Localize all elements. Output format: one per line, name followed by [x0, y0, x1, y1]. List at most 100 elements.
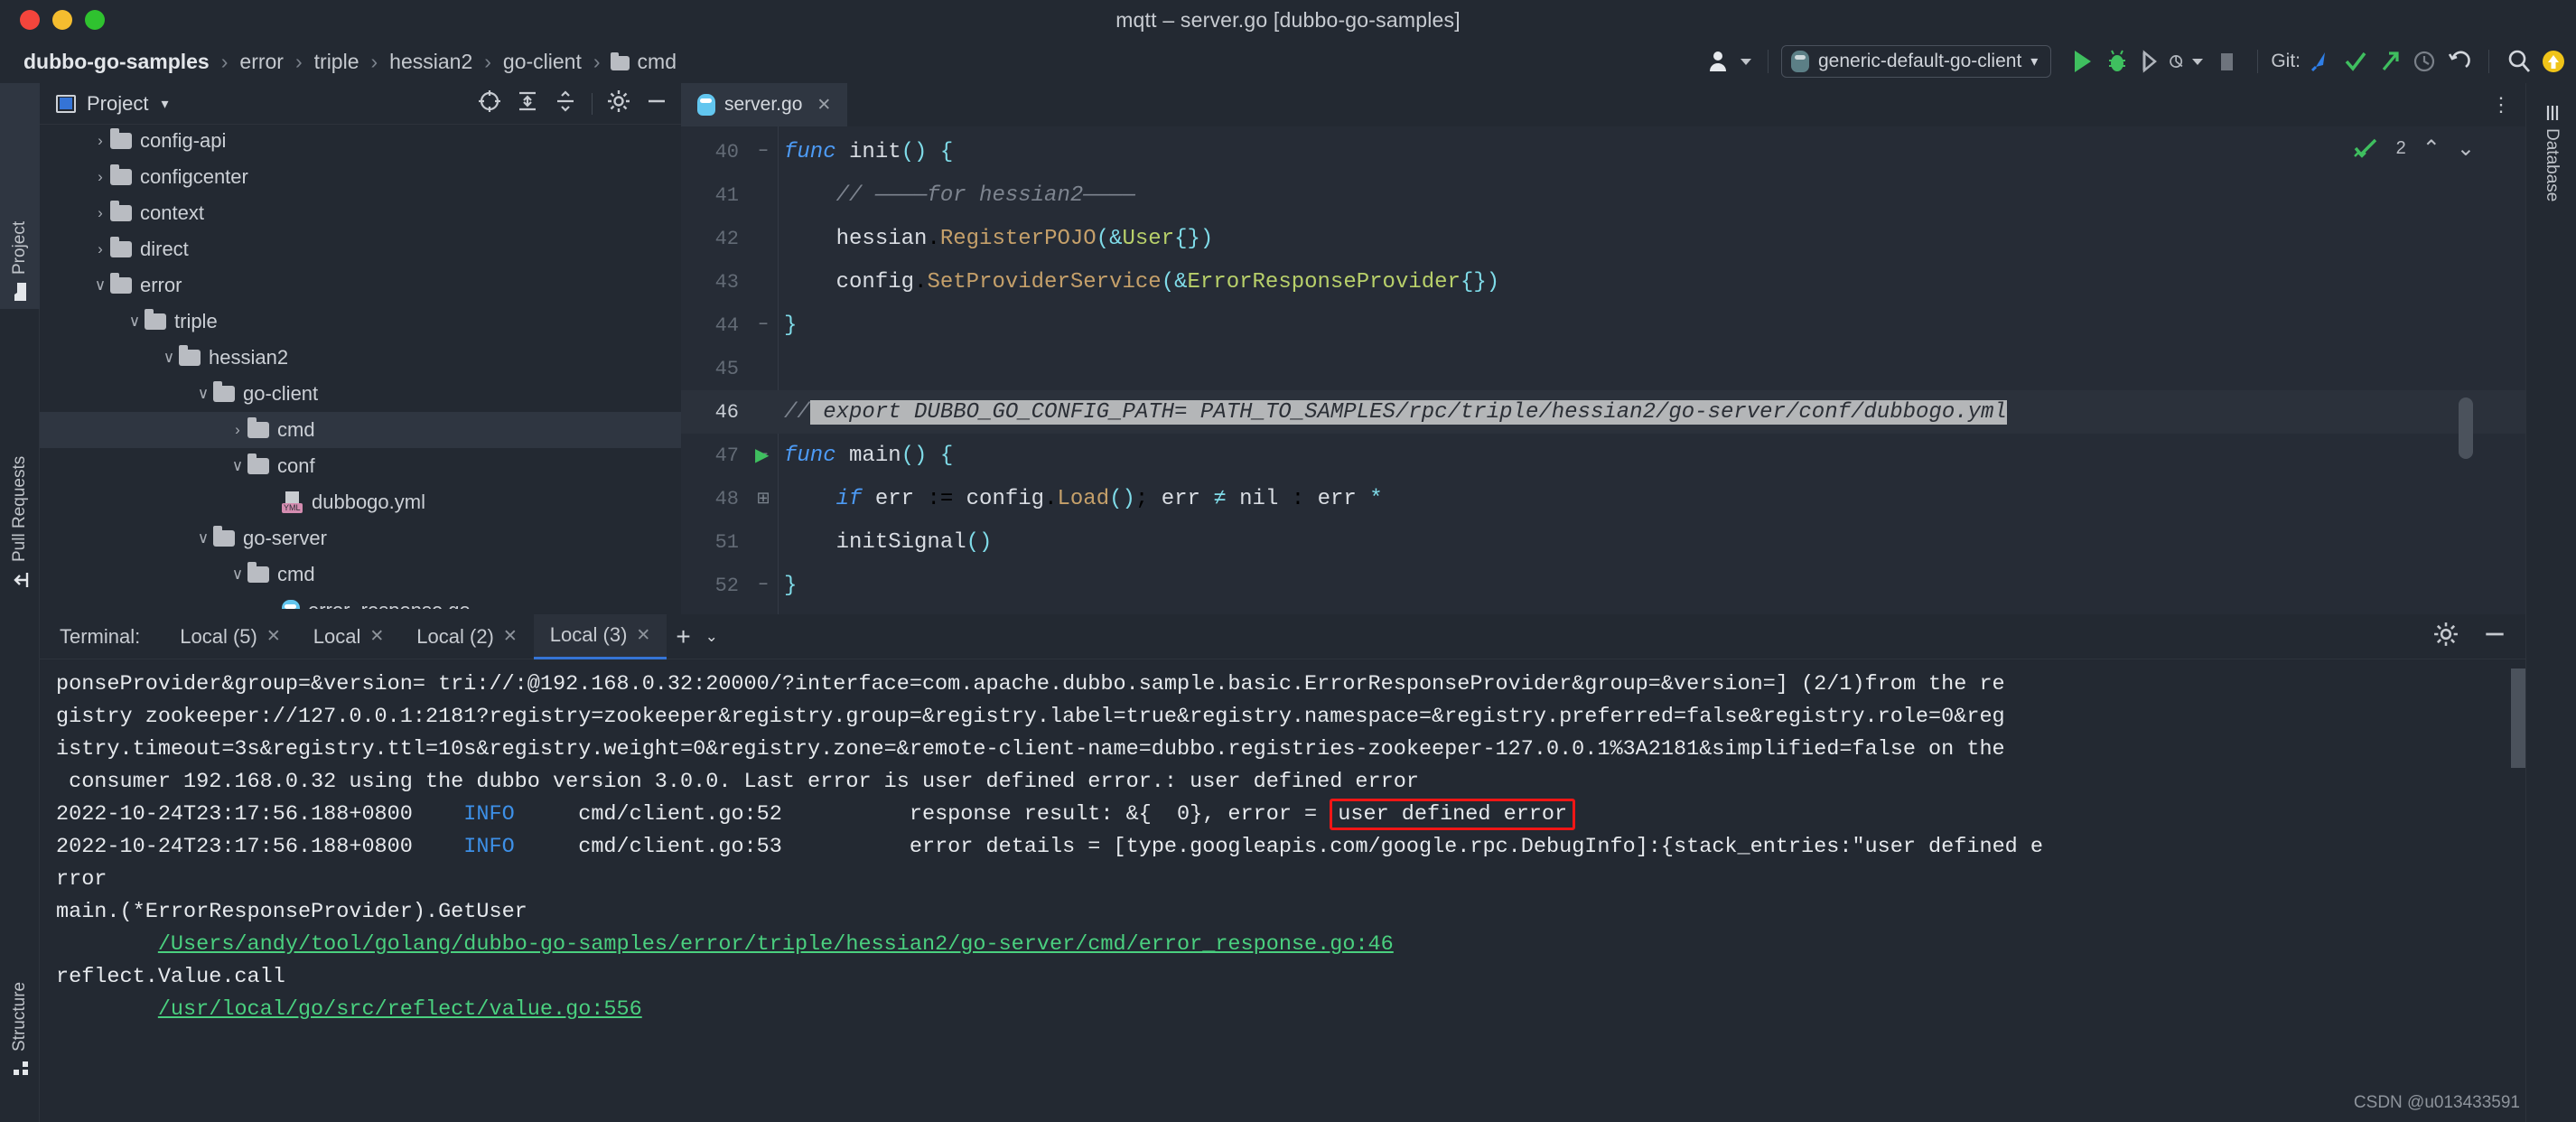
sidebar-item-project[interactable]: Project: [0, 83, 40, 309]
run-button[interactable]: [2066, 44, 2100, 79]
tree-node[interactable]: error_response.go: [40, 593, 681, 609]
terminal-output[interactable]: ponseProvider&group=&version= tri://:@19…: [40, 659, 2525, 1120]
terminal-tabs-dropdown-icon[interactable]: ⌄: [705, 628, 718, 646]
breadcrumb-item-go-client[interactable]: go-client: [501, 50, 583, 74]
profile-button[interactable]: [2169, 44, 2203, 79]
close-icon[interactable]: ✕: [636, 625, 650, 646]
chevron-right-icon[interactable]: ›: [90, 240, 110, 258]
editor-options-kebab-icon[interactable]: ⋮: [2491, 101, 2511, 108]
stop-button[interactable]: [2210, 44, 2245, 79]
code-line[interactable]: 52−}: [681, 564, 2525, 607]
tree-node[interactable]: ›config-api: [40, 123, 681, 159]
code-line[interactable]: 41 // ————for hessian2————: [681, 173, 2525, 217]
tree-node[interactable]: ›context: [40, 195, 681, 231]
log-source: cmd/client.go:52: [515, 802, 910, 827]
editor-scrollbar-thumb[interactable]: [2459, 397, 2473, 459]
code-line[interactable]: 47▶−func main() {: [681, 434, 2525, 477]
chevron-right-icon[interactable]: ›: [228, 421, 247, 439]
prev-problem-icon[interactable]: ⌃: [2422, 136, 2441, 162]
run-with-coverage-button[interactable]: [2134, 44, 2169, 79]
chevron-down-icon[interactable]: ∨: [159, 349, 179, 367]
terminal-file-link[interactable]: /Users/andy/tool/golang/dubbo-go-samples…: [158, 932, 1394, 957]
tree-node[interactable]: ∨conf: [40, 448, 681, 484]
chevron-down-icon[interactable]: ∨: [193, 529, 213, 547]
next-problem-icon[interactable]: ⌄: [2457, 136, 2475, 162]
close-icon[interactable]: ✕: [503, 626, 518, 647]
chevron-down-icon[interactable]: ∨: [228, 457, 247, 475]
tree-node[interactable]: YMLdubbogo.yml: [40, 484, 681, 520]
undo-button[interactable]: [2441, 44, 2476, 79]
terminal-file-link[interactable]: /usr/local/go/src/reflect/value.go:556: [158, 997, 642, 1022]
close-icon[interactable]: ✕: [266, 626, 281, 647]
code-fold-icon[interactable]: −: [748, 143, 779, 161]
code-line[interactable]: 46// export DUBBO_GO_CONFIG_PATH= PATH_T…: [681, 390, 2525, 434]
breadcrumb-item-triple[interactable]: triple: [313, 50, 361, 74]
run-gutter-icon[interactable]: ▶: [755, 444, 769, 467]
code-line[interactable]: 51 initSignal(): [681, 520, 2525, 564]
tree-node[interactable]: ∨go-client: [40, 376, 681, 412]
chevron-right-icon[interactable]: ›: [90, 204, 110, 222]
breadcrumb-item-hessian2[interactable]: hessian2: [387, 50, 474, 74]
close-icon[interactable]: ✕: [369, 626, 384, 647]
code-line[interactable]: 45: [681, 347, 2525, 390]
breadcrumb-item-project[interactable]: dubbo-go-samples: [22, 50, 211, 74]
tree-node[interactable]: ›cmd: [40, 412, 681, 448]
debug-button[interactable]: [2100, 44, 2134, 79]
breadcrumb[interactable]: dubbo-go-samples › error › triple › hess…: [22, 50, 678, 74]
sidebar-item-database[interactable]: Database: [2526, 92, 2576, 201]
terminal-tab-local-2[interactable]: Local (2) ✕: [400, 614, 534, 659]
hide-panel-icon[interactable]: [2482, 622, 2507, 651]
collapse-all-icon[interactable]: [554, 89, 577, 117]
breadcrumb-item-cmd[interactable]: cmd: [636, 50, 678, 74]
tree-node[interactable]: ∨error: [40, 267, 681, 304]
settings-gear-icon[interactable]: [607, 89, 630, 117]
sidebar-item-structure[interactable]: Structure: [0, 815, 40, 1086]
git-update-button[interactable]: [2304, 44, 2338, 79]
code-editor[interactable]: 2 ⌃ ⌄ 40−func init() {41 // ————for hess…: [681, 126, 2525, 614]
tree-node[interactable]: ∨hessian2: [40, 340, 681, 376]
expand-all-icon[interactable]: [516, 89, 539, 117]
git-commit-button[interactable]: [2338, 44, 2373, 79]
chevron-down-icon[interactable]: ▾: [161, 95, 168, 113]
run-configuration-selector[interactable]: generic-default-go-client ▾: [1781, 45, 2051, 78]
tree-node[interactable]: ∨triple: [40, 304, 681, 340]
tree-node[interactable]: ∨go-server: [40, 520, 681, 556]
chevron-down-icon[interactable]: ∨: [228, 566, 247, 584]
history-button[interactable]: [2407, 44, 2441, 79]
inspection-widget[interactable]: 2 ⌃ ⌄: [2353, 136, 2475, 162]
code-line[interactable]: 40−func init() {: [681, 130, 2525, 173]
code-fold-icon[interactable]: −: [748, 576, 779, 594]
chevron-right-icon[interactable]: ›: [90, 132, 110, 150]
tree-node[interactable]: ∨cmd: [40, 556, 681, 593]
hide-panel-icon[interactable]: [645, 89, 668, 117]
tree-node[interactable]: ›configcenter: [40, 159, 681, 195]
terminal-tab-local-5[interactable]: Local (5) ✕: [163, 614, 297, 659]
account-button[interactable]: [1707, 49, 1751, 74]
terminal-tab-local[interactable]: Local ✕: [297, 614, 401, 659]
code-line[interactable]: 53: [681, 607, 2525, 614]
breadcrumb-item-error[interactable]: error: [238, 50, 285, 74]
code-line[interactable]: 48⊞ if err := config.Load(); err ≠ nil :…: [681, 477, 2525, 520]
code-fold-icon[interactable]: −: [748, 316, 779, 334]
editor-tab-server-go[interactable]: server.go ✕: [681, 83, 847, 126]
git-push-button[interactable]: [2373, 44, 2407, 79]
search-everywhere-button[interactable]: [2502, 44, 2536, 79]
close-icon[interactable]: ✕: [817, 95, 831, 116]
settings-gear-icon[interactable]: [2433, 622, 2459, 651]
code-fold-icon[interactable]: ⊞: [748, 489, 779, 509]
code-line[interactable]: 42 hessian.RegisterPOJO(&User{}): [681, 217, 2525, 260]
chevron-down-icon[interactable]: ∨: [90, 276, 110, 295]
new-terminal-tab-button[interactable]: +: [676, 622, 690, 651]
tree-node[interactable]: ›direct: [40, 231, 681, 267]
project-tree[interactable]: ›config-api›configcenter›context›direct∨…: [40, 121, 681, 609]
code-line[interactable]: 44−}: [681, 304, 2525, 347]
chevron-right-icon[interactable]: ›: [90, 168, 110, 186]
notifications-button[interactable]: [2536, 44, 2571, 79]
code-line[interactable]: 43 config.SetProviderService(&ErrorRespo…: [681, 260, 2525, 304]
terminal-tab-local-3[interactable]: Local (3) ✕: [534, 614, 667, 659]
sidebar-item-pull-requests[interactable]: Pull Requests: [0, 309, 40, 598]
terminal-scrollbar-thumb[interactable]: [2511, 669, 2525, 768]
chevron-down-icon[interactable]: ∨: [125, 313, 145, 331]
chevron-down-icon[interactable]: ∨: [193, 385, 213, 403]
locate-target-icon[interactable]: [478, 89, 501, 117]
